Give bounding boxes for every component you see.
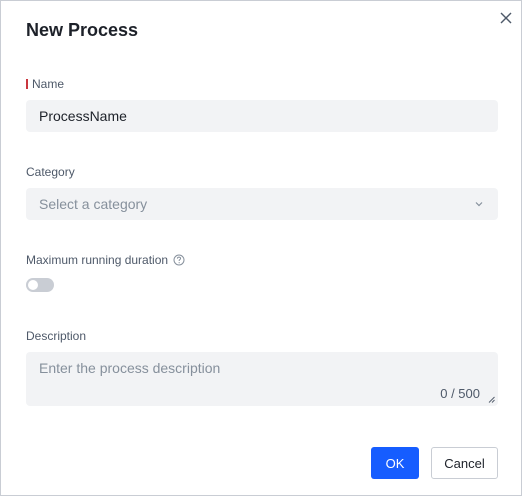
character-counter: 0 / 500: [440, 386, 480, 401]
category-label: Category: [26, 165, 75, 179]
category-select[interactable]: Select a category: [26, 188, 498, 220]
max-duration-label-text: Maximum running duration: [26, 253, 169, 267]
max-duration-label: Maximum running duration: [26, 253, 185, 267]
resize-handle-icon[interactable]: [488, 396, 495, 403]
dialog-title: New Process: [26, 20, 139, 40]
chevron-down-icon: [475, 202, 483, 207]
new-process-dialog: New Process Name ProcessName Category Se…: [0, 0, 522, 496]
description-label: Description: [26, 329, 87, 343]
max-duration-toggle[interactable]: [26, 278, 54, 292]
description-textarea[interactable]: Enter the process description 0 / 500: [26, 352, 498, 406]
name-field[interactable]: ProcessName: [26, 100, 498, 132]
ok-button[interactable]: OK: [371, 447, 419, 479]
category-placeholder: Select a category: [39, 196, 148, 212]
close-icon[interactable]: [497, 9, 515, 27]
question-circle-icon[interactable]: [173, 254, 185, 266]
description-placeholder: Enter the process description: [39, 360, 221, 376]
name-label: Name: [26, 77, 64, 91]
required-indicator: [26, 79, 28, 89]
toggle-knob: [28, 280, 38, 290]
cancel-button[interactable]: Cancel: [431, 447, 498, 479]
name-label-text: Name: [32, 77, 65, 91]
name-field-value: ProcessName: [39, 108, 127, 124]
